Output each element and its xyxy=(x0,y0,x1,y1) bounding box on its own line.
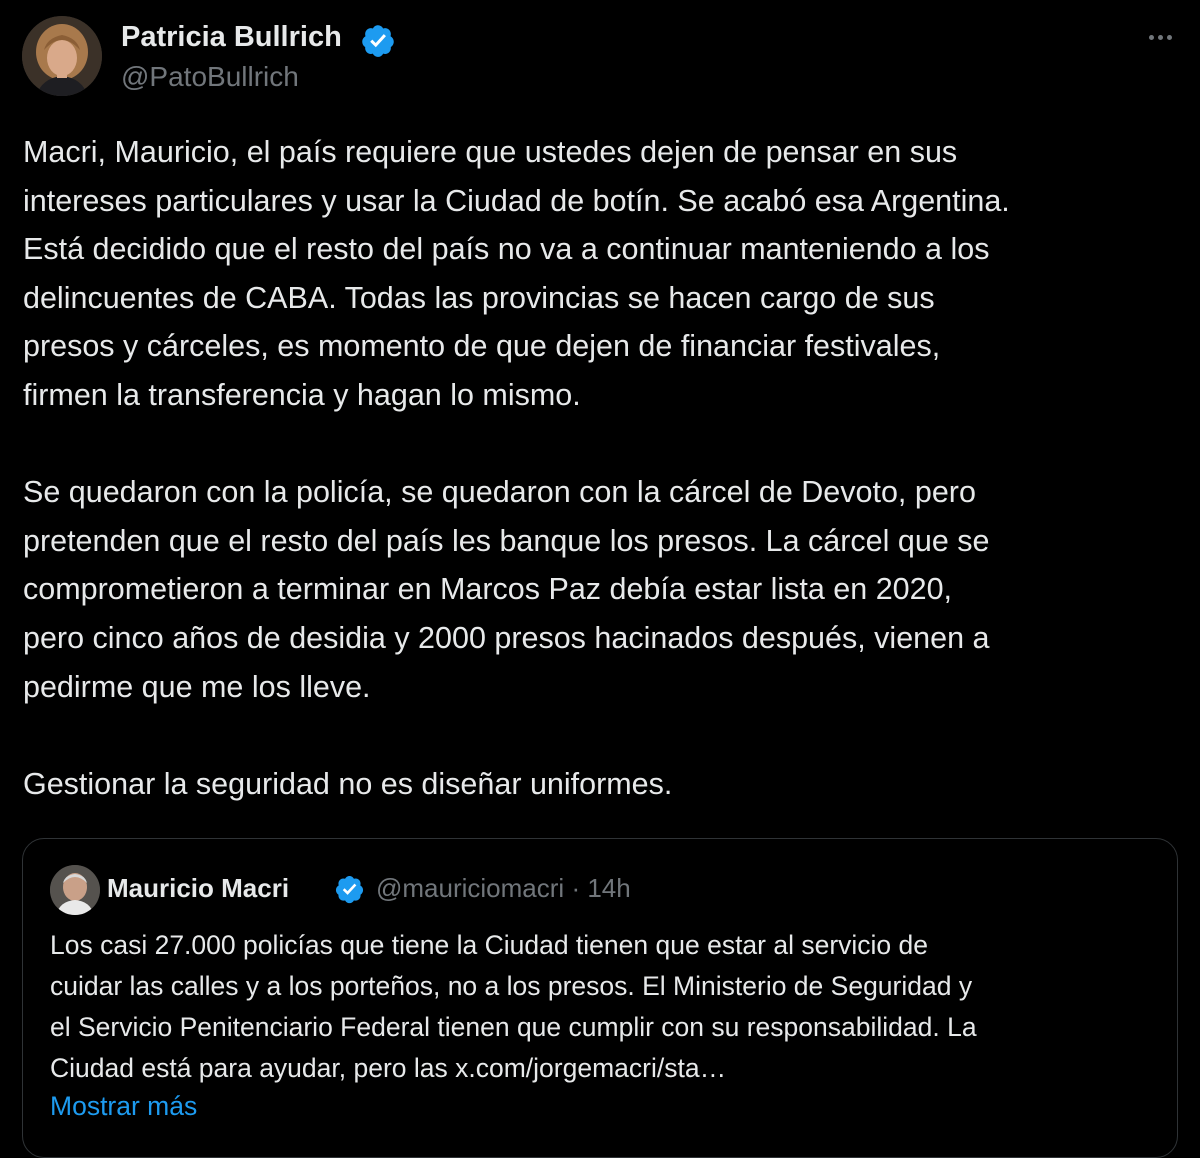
more-options-button[interactable] xyxy=(1138,22,1182,52)
tweet-text-line: Macri, Mauricio, el país requiere que us… xyxy=(23,135,958,169)
author-name[interactable]: Patricia Bullrich xyxy=(121,20,342,54)
more-options-icon xyxy=(1166,34,1172,40)
tweet-text-line: comprometieron a terminar en Marcos Paz … xyxy=(23,572,953,607)
verified-badge-icon xyxy=(362,25,394,57)
tweet-text-line: Gestionar la seguridad no es diseñar uni… xyxy=(23,766,673,801)
tweet-text: Macri, Mauricio, el país requiere que us… xyxy=(23,128,1193,808)
quote-text-line: cuidar las calles y a los porteños, no a… xyxy=(50,971,973,1001)
quote-text-line: Ciudad está para ayudar, pero las x.com/… xyxy=(50,1053,727,1083)
quote-text-line: el Servicio Penitenciario Federal tienen… xyxy=(50,1012,977,1042)
more-options-icon xyxy=(1148,34,1154,40)
verified-badge-icon xyxy=(335,875,364,904)
tweet-text-line: delincuentes de CABA. Todas las provinci… xyxy=(23,280,935,315)
quote-author-avatar[interactable] xyxy=(50,865,100,915)
tweet-text-line: firmen la transferencia y hagan lo mismo… xyxy=(23,377,581,412)
tweet-text-line: presos y cárceles, es momento de que dej… xyxy=(23,329,941,364)
quote-author-handle[interactable]: @mauriciomacri xyxy=(376,873,564,903)
author-avatar[interactable] xyxy=(22,16,102,96)
author-handle[interactable]: @PatoBullrich xyxy=(121,60,299,94)
tweet: Patricia Bullrich @PatoBullrich Macri, M… xyxy=(0,0,1200,1158)
tweet-text-line: Se quedaron con la policía, se quedaron … xyxy=(23,475,976,510)
tweet-text-line: pedirme que me los lleve. xyxy=(23,669,371,704)
quote-timestamp[interactable]: 14h xyxy=(587,873,630,903)
quote-text: Los casi 27.000 policías que tiene la Ci… xyxy=(50,925,1160,1089)
show-more-link[interactable]: Mostrar más xyxy=(50,1089,197,1123)
quote-text-line: Los casi 27.000 policías que tiene la Ci… xyxy=(50,930,929,960)
meta-separator: · xyxy=(571,873,581,903)
more-options-icon xyxy=(1157,34,1163,40)
quote-author-name[interactable]: Mauricio Macri xyxy=(107,871,289,905)
tweet-text-line: pero cinco años de desidia y 2000 presos… xyxy=(23,620,990,655)
tweet-text-line: pretenden que el resto del país les banq… xyxy=(23,523,990,558)
quote-meta: @mauriciomacri · 14h xyxy=(376,871,631,905)
quoted-tweet[interactable]: Mauricio Macri @mauriciomacri · 14h Los … xyxy=(22,838,1178,1158)
tweet-text-line: intereses particulares y usar la Ciudad … xyxy=(23,183,1010,218)
tweet-text-line: Está decidido que el resto del país no v… xyxy=(23,232,990,267)
